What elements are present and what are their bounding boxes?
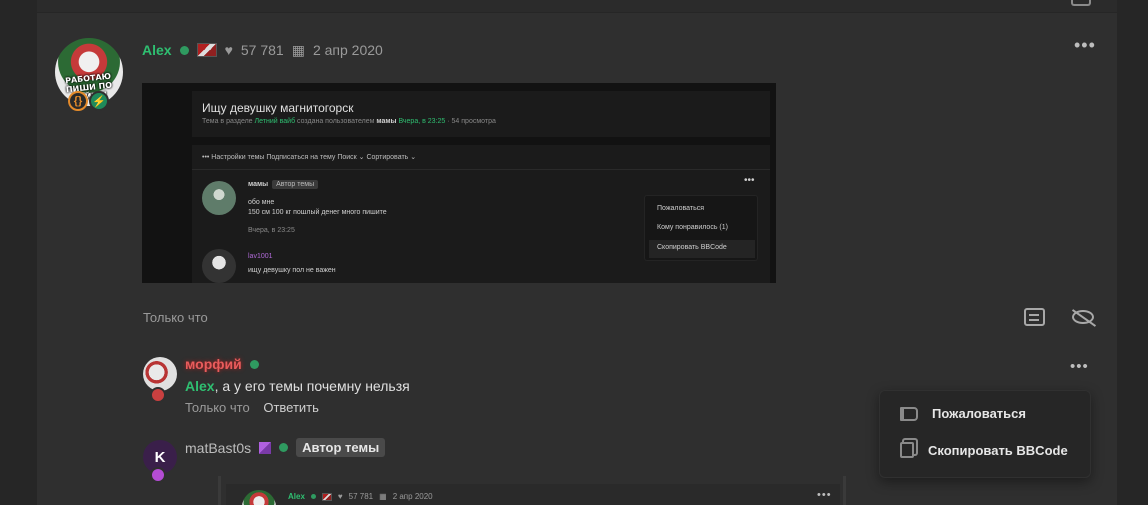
- comment-author[interactable]: matBast0s: [185, 440, 251, 456]
- user-badge-icon: [259, 441, 272, 454]
- embed-post-line: ищу девушку пол не важен: [248, 267, 336, 274]
- comment-icon[interactable]: [1024, 308, 1045, 326]
- post-image[interactable]: Ищу девушку магнитогорск Тема в разделе …: [142, 83, 776, 283]
- comment-header: matBast0s Автор темы: [185, 438, 386, 457]
- heart-icon: ♥: [337, 492, 343, 501]
- comment-actions: Только что Ответить: [185, 400, 319, 415]
- embed-post-line: 150 см 100 кг пошлый денег много пишите: [248, 209, 387, 216]
- heart-badge-icon: [150, 387, 166, 403]
- avatar[interactable]: K: [143, 440, 177, 483]
- post-date: 2 апр 2020: [392, 492, 433, 501]
- menu-item-label: Пожаловаться: [932, 406, 1026, 421]
- megaphone-icon: [900, 406, 918, 421]
- embed-post-time: Вчера, в 23:25: [248, 227, 295, 234]
- online-indicator: [310, 494, 316, 499]
- chat-icon[interactable]: [1071, 0, 1091, 6]
- eye-off-icon[interactable]: [1072, 310, 1094, 324]
- embed-post-user: мамы: [248, 181, 269, 188]
- divider: [192, 169, 770, 170]
- heart-icon: ♥: [224, 42, 233, 58]
- copy-icon: [900, 442, 914, 458]
- post-header: Alex ♥ 57 781 ▦ 2 апр 2020: [142, 41, 383, 59]
- embed-thread-body: ••• Настройки темы Подписаться на тему П…: [192, 145, 770, 283]
- comment-text: Alex, а у его темы почемну нельзя: [185, 378, 410, 394]
- embed-menu-dots: •••: [744, 175, 755, 186]
- embed-thread-header: Ищу девушку магнитогорск Тема в разделе …: [192, 91, 770, 137]
- previous-post-footer: [37, 0, 1117, 13]
- author-badge: Автор темы: [296, 438, 386, 457]
- user-flag-icon: [196, 43, 217, 57]
- embed-avatar: [202, 249, 236, 283]
- online-indicator: [249, 359, 259, 369]
- embed-author-tag: Автор темы: [272, 180, 319, 189]
- user-flag-icon: [321, 492, 332, 501]
- embed-menu-item: Кому понравилось (1): [657, 224, 728, 231]
- post-timestamp: Только что: [143, 310, 208, 325]
- mention-link[interactable]: Alex: [185, 378, 215, 394]
- menu-item-report[interactable]: Пожаловаться: [900, 406, 1026, 421]
- embed-subtitle: Тема в разделе Летний вайб создана польз…: [202, 118, 496, 125]
- avatar[interactable]: [143, 357, 177, 403]
- comment-header: морфий: [185, 356, 259, 372]
- likes-count: 57 781: [240, 42, 284, 58]
- embed-post-line: обо мне: [248, 199, 275, 206]
- comment-author[interactable]: морфий: [185, 356, 242, 372]
- post-menu-button[interactable]: •••: [1074, 36, 1096, 54]
- author-name[interactable]: Alex: [288, 492, 305, 501]
- braces-badge-icon: {}: [68, 91, 88, 111]
- comment-menu-button[interactable]: •••: [1070, 359, 1089, 374]
- menu-item-label: Скопировать BBCode: [928, 442, 1068, 458]
- author-name[interactable]: Alex: [142, 42, 172, 58]
- embed-avatar: [202, 181, 236, 215]
- embed-menu-item: Пожаловаться: [657, 205, 705, 212]
- likes-count: 57 781: [348, 492, 374, 501]
- menu-item-copy-bbcode[interactable]: Скопировать BBCode: [900, 442, 1068, 458]
- embed-toolbar: ••• Настройки темы Подписаться на тему П…: [202, 154, 417, 161]
- quoted-post-menu-button[interactable]: •••: [817, 490, 832, 501]
- embed-post-user: lav1001: [248, 253, 273, 260]
- heart-badge-icon: [150, 467, 166, 483]
- quoted-post-header: Alex ♥ 57 781 ▦ 2 апр 2020: [288, 492, 433, 501]
- quote-border: [218, 476, 221, 505]
- online-indicator: [179, 45, 189, 55]
- page-gutter-right: [1117, 0, 1148, 505]
- embed-menu-item: Скопировать BBCode: [657, 244, 727, 251]
- online-indicator: [279, 443, 289, 452]
- embed-context-menu: Пожаловаться Кому понравилось (1) Скопир…: [644, 195, 758, 261]
- context-menu: Пожаловаться Скопировать BBCode: [879, 390, 1091, 478]
- comment-time: Только что: [185, 400, 250, 415]
- lightning-badge-icon: ⚡: [89, 91, 109, 111]
- page-gutter-left: [0, 0, 37, 505]
- post-date: 2 апр 2020: [312, 42, 383, 58]
- embed-title: Ищу девушку магнитогорск: [202, 101, 354, 115]
- reply-button[interactable]: Ответить: [263, 400, 319, 415]
- calendar-icon: ▦: [291, 41, 305, 58]
- calendar-icon: ▦: [379, 492, 387, 501]
- quote-border: [843, 476, 846, 505]
